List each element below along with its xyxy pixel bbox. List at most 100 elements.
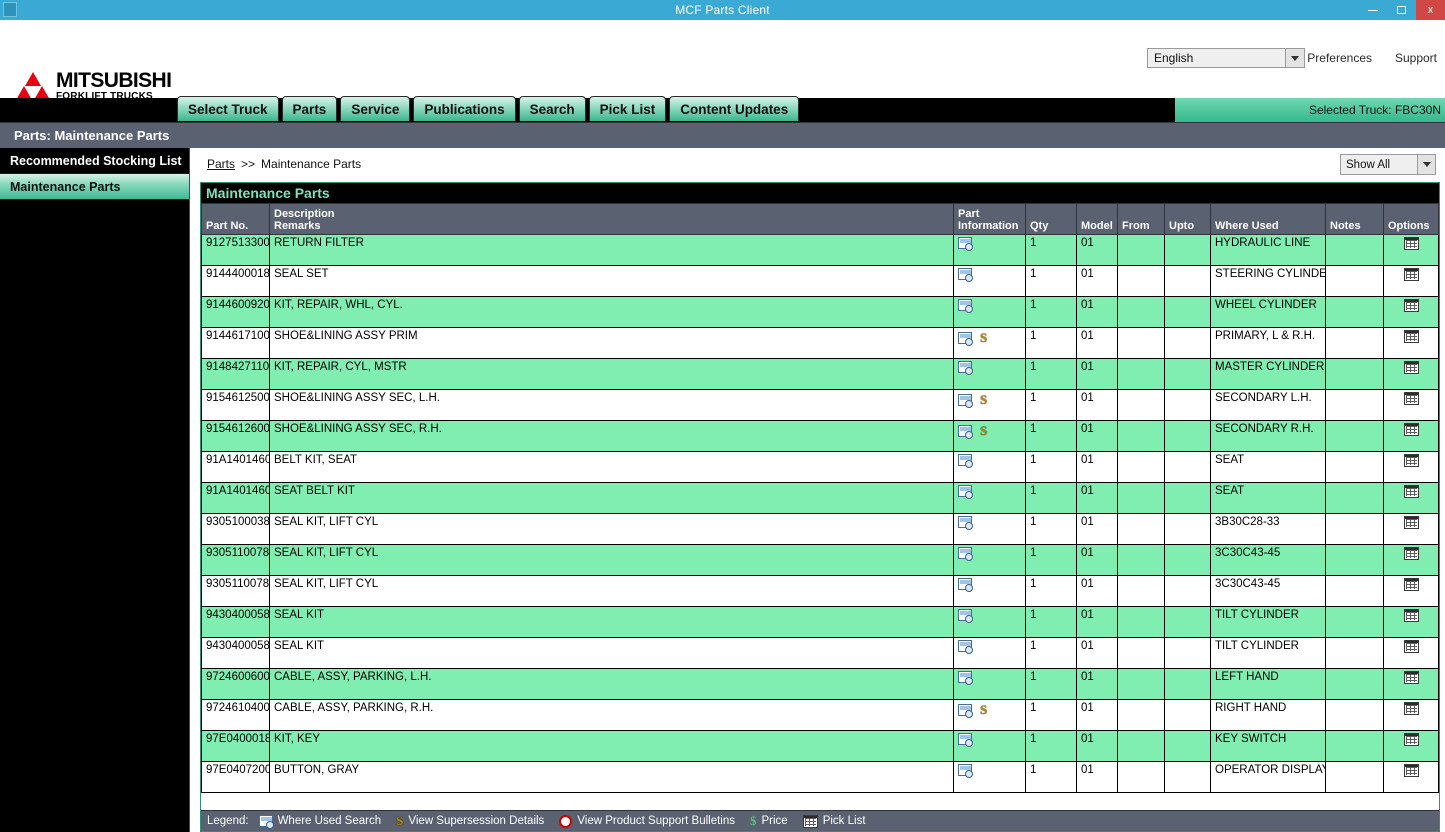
where-used-search-icon[interactable] (958, 361, 973, 375)
show-all-select[interactable]: Show All (1340, 154, 1436, 175)
sidebar-item-maintenance-parts[interactable]: Maintenance Parts (0, 174, 189, 200)
cell-model: 01 (1076, 451, 1118, 483)
where-used-search-icon[interactable] (958, 764, 973, 778)
table-row[interactable]: 9144600920 KIT, REPAIR, WHL, CYL. 1 01 WHEEL… (201, 296, 1439, 328)
cell-options (1383, 265, 1439, 297)
pick-list-icon[interactable] (1403, 702, 1419, 715)
where-used-search-icon[interactable] (958, 704, 973, 718)
parts-table-scroll[interactable]: Part No. Description Remarks Part Inform… (201, 203, 1439, 810)
col-options[interactable]: Options (1383, 203, 1439, 235)
pick-list-icon[interactable] (1403, 609, 1419, 622)
show-all-dropdown-button[interactable] (1417, 155, 1435, 174)
table-row[interactable]: 9154612600 SHOE&LINING ASSY SEC, R.H. S 1 01… (201, 420, 1439, 452)
pick-list-icon[interactable] (1403, 454, 1419, 467)
language-dropdown-button[interactable] (1285, 49, 1304, 67)
maximize-button[interactable] (1387, 0, 1416, 20)
cell-upto (1164, 358, 1211, 390)
pick-list-icon[interactable] (1403, 764, 1419, 777)
col-upto[interactable]: Upto (1164, 203, 1211, 235)
breadcrumb-parts-link[interactable]: Parts (207, 157, 235, 171)
where-used-search-icon[interactable] (958, 454, 973, 468)
sidebar-item-recommended-stocking-list[interactable]: Recommended Stocking List (0, 148, 189, 174)
tab-search[interactable]: Search (518, 96, 586, 121)
table-row[interactable]: 97E0400018 KIT, KEY 1 01 KEY SWITCH (201, 730, 1439, 762)
panel-title: Maintenance Parts (201, 183, 1439, 203)
table-row[interactable]: 9127513300 RETURN FILTER 1 01 HYDRAULIC LINE (201, 234, 1439, 266)
table-row[interactable]: 9724600600 CABLE, ASSY, PARKING, L.H. 1 01 L… (201, 668, 1439, 700)
where-used-search-icon[interactable] (958, 485, 973, 499)
where-used-search-icon[interactable] (958, 237, 973, 251)
supersession-icon[interactable]: S (980, 392, 987, 408)
col-notes[interactable]: Notes (1325, 203, 1384, 235)
where-used-search-icon[interactable] (958, 516, 973, 530)
where-used-search-icon[interactable] (958, 640, 973, 654)
pick-list-icon[interactable] (1403, 547, 1419, 560)
where-used-search-icon[interactable] (958, 425, 973, 439)
col-description[interactable]: Description Remarks (269, 203, 954, 235)
language-select[interactable]: English (1147, 48, 1305, 68)
supersession-icon[interactable]: S (980, 702, 987, 718)
pick-list-icon[interactable] (1403, 392, 1419, 405)
where-used-search-icon[interactable] (958, 578, 973, 592)
pick-list-icon[interactable] (1403, 516, 1419, 529)
supersession-icon[interactable]: S (980, 330, 987, 346)
col-qty[interactable]: Qty (1025, 203, 1077, 235)
table-row[interactable]: 91A1401460 SEAT BELT KIT 1 01 SEAT (201, 482, 1439, 514)
pick-list-icon[interactable] (1403, 299, 1419, 312)
pick-list-icon[interactable] (1403, 330, 1419, 343)
pick-list-icon[interactable] (1403, 361, 1419, 374)
supersession-icon[interactable]: S (980, 423, 987, 439)
support-link[interactable]: Support (1395, 51, 1437, 65)
pick-list-icon[interactable] (1403, 671, 1419, 684)
minimize-button[interactable] (1358, 0, 1387, 20)
table-row[interactable]: 9148427110 KIT, REPAIR, CYL, MSTR 1 01 MASTE… (201, 358, 1439, 390)
table-row[interactable]: 9144400018 SEAL SET 1 01 STEERING CYLINDER (201, 265, 1439, 297)
table-row[interactable]: 9305110078 SEAL KIT, LIFT CYL 1 01 3C30C43-4… (201, 575, 1439, 607)
col-model[interactable]: Model (1076, 203, 1118, 235)
where-used-search-icon[interactable] (958, 547, 973, 561)
col-where-used[interactable]: Where Used (1210, 203, 1326, 235)
pick-list-icon[interactable] (1403, 640, 1419, 653)
table-row[interactable]: 9305100038 SEAL KIT, LIFT CYL 1 01 3B30C28-3… (201, 513, 1439, 545)
where-used-search-icon[interactable] (958, 299, 973, 313)
table-row[interactable]: 9154612500 SHOE&LINING ASSY SEC, L.H. S 1 01… (201, 389, 1439, 421)
tab-service[interactable]: Service (340, 96, 411, 121)
cell-notes (1325, 296, 1384, 328)
close-button[interactable]: x (1416, 0, 1445, 20)
pick-list-icon[interactable] (1403, 423, 1419, 436)
where-used-search-icon[interactable] (958, 268, 973, 282)
where-used-search-icon[interactable] (958, 609, 973, 623)
cell-description: SEAL KIT (269, 606, 954, 638)
where-used-search-icon[interactable] (958, 332, 973, 346)
pick-list-icon[interactable] (1403, 578, 1419, 591)
table-row[interactable]: 9430400058 SEAL KIT 1 01 TILT CYLINDER (201, 637, 1439, 669)
col-part-information[interactable]: Part Information (953, 203, 1026, 235)
table-row[interactable]: 9724610400 CABLE, ASSY, PARKING, R.H. S 1 01… (201, 699, 1439, 731)
col-from[interactable]: From (1117, 203, 1165, 235)
col-part-no[interactable]: Part No. (201, 203, 270, 235)
tab-select-truck[interactable]: Select Truck (177, 96, 279, 121)
pick-list-icon[interactable] (1403, 733, 1419, 746)
breadcrumb: Parts >> Maintenance Parts (190, 148, 1445, 180)
table-row[interactable]: 97E0407200 BUTTON, GRAY 1 01 OPERATOR DISPLA… (201, 761, 1439, 793)
tab-publications[interactable]: Publications (413, 96, 516, 121)
where-used-search-icon[interactable] (958, 671, 973, 685)
table-row[interactable]: 91A1401460 BELT KIT, SEAT 1 01 SEAT (201, 451, 1439, 483)
where-used-search-icon[interactable] (958, 394, 973, 408)
cell-upto (1164, 637, 1211, 669)
cell-options (1383, 358, 1439, 390)
tab-content-updates[interactable]: Content Updates (669, 96, 800, 121)
cell-part-no: 9144600920 (201, 296, 270, 328)
tab-pick-list[interactable]: Pick List (588, 96, 667, 121)
pick-list-icon[interactable] (1403, 237, 1419, 250)
tab-parts[interactable]: Parts (281, 96, 338, 121)
table-row[interactable]: 9144617100 SHOE&LINING ASSY PRIM S 1 01 PRIMA… (201, 327, 1439, 359)
preferences-link[interactable]: Preferences (1307, 51, 1372, 65)
table-row[interactable]: 9430400058 SEAL KIT 1 01 TILT CYLINDER (201, 606, 1439, 638)
cell-options (1383, 730, 1439, 762)
where-used-search-icon[interactable] (958, 733, 973, 747)
table-row[interactable]: 9305110078 SEAL KIT, LIFT CYL 1 01 3C30C43-4… (201, 544, 1439, 576)
pick-list-icon[interactable] (1403, 485, 1419, 498)
pick-list-icon[interactable] (1403, 268, 1419, 281)
cell-model: 01 (1076, 296, 1118, 328)
